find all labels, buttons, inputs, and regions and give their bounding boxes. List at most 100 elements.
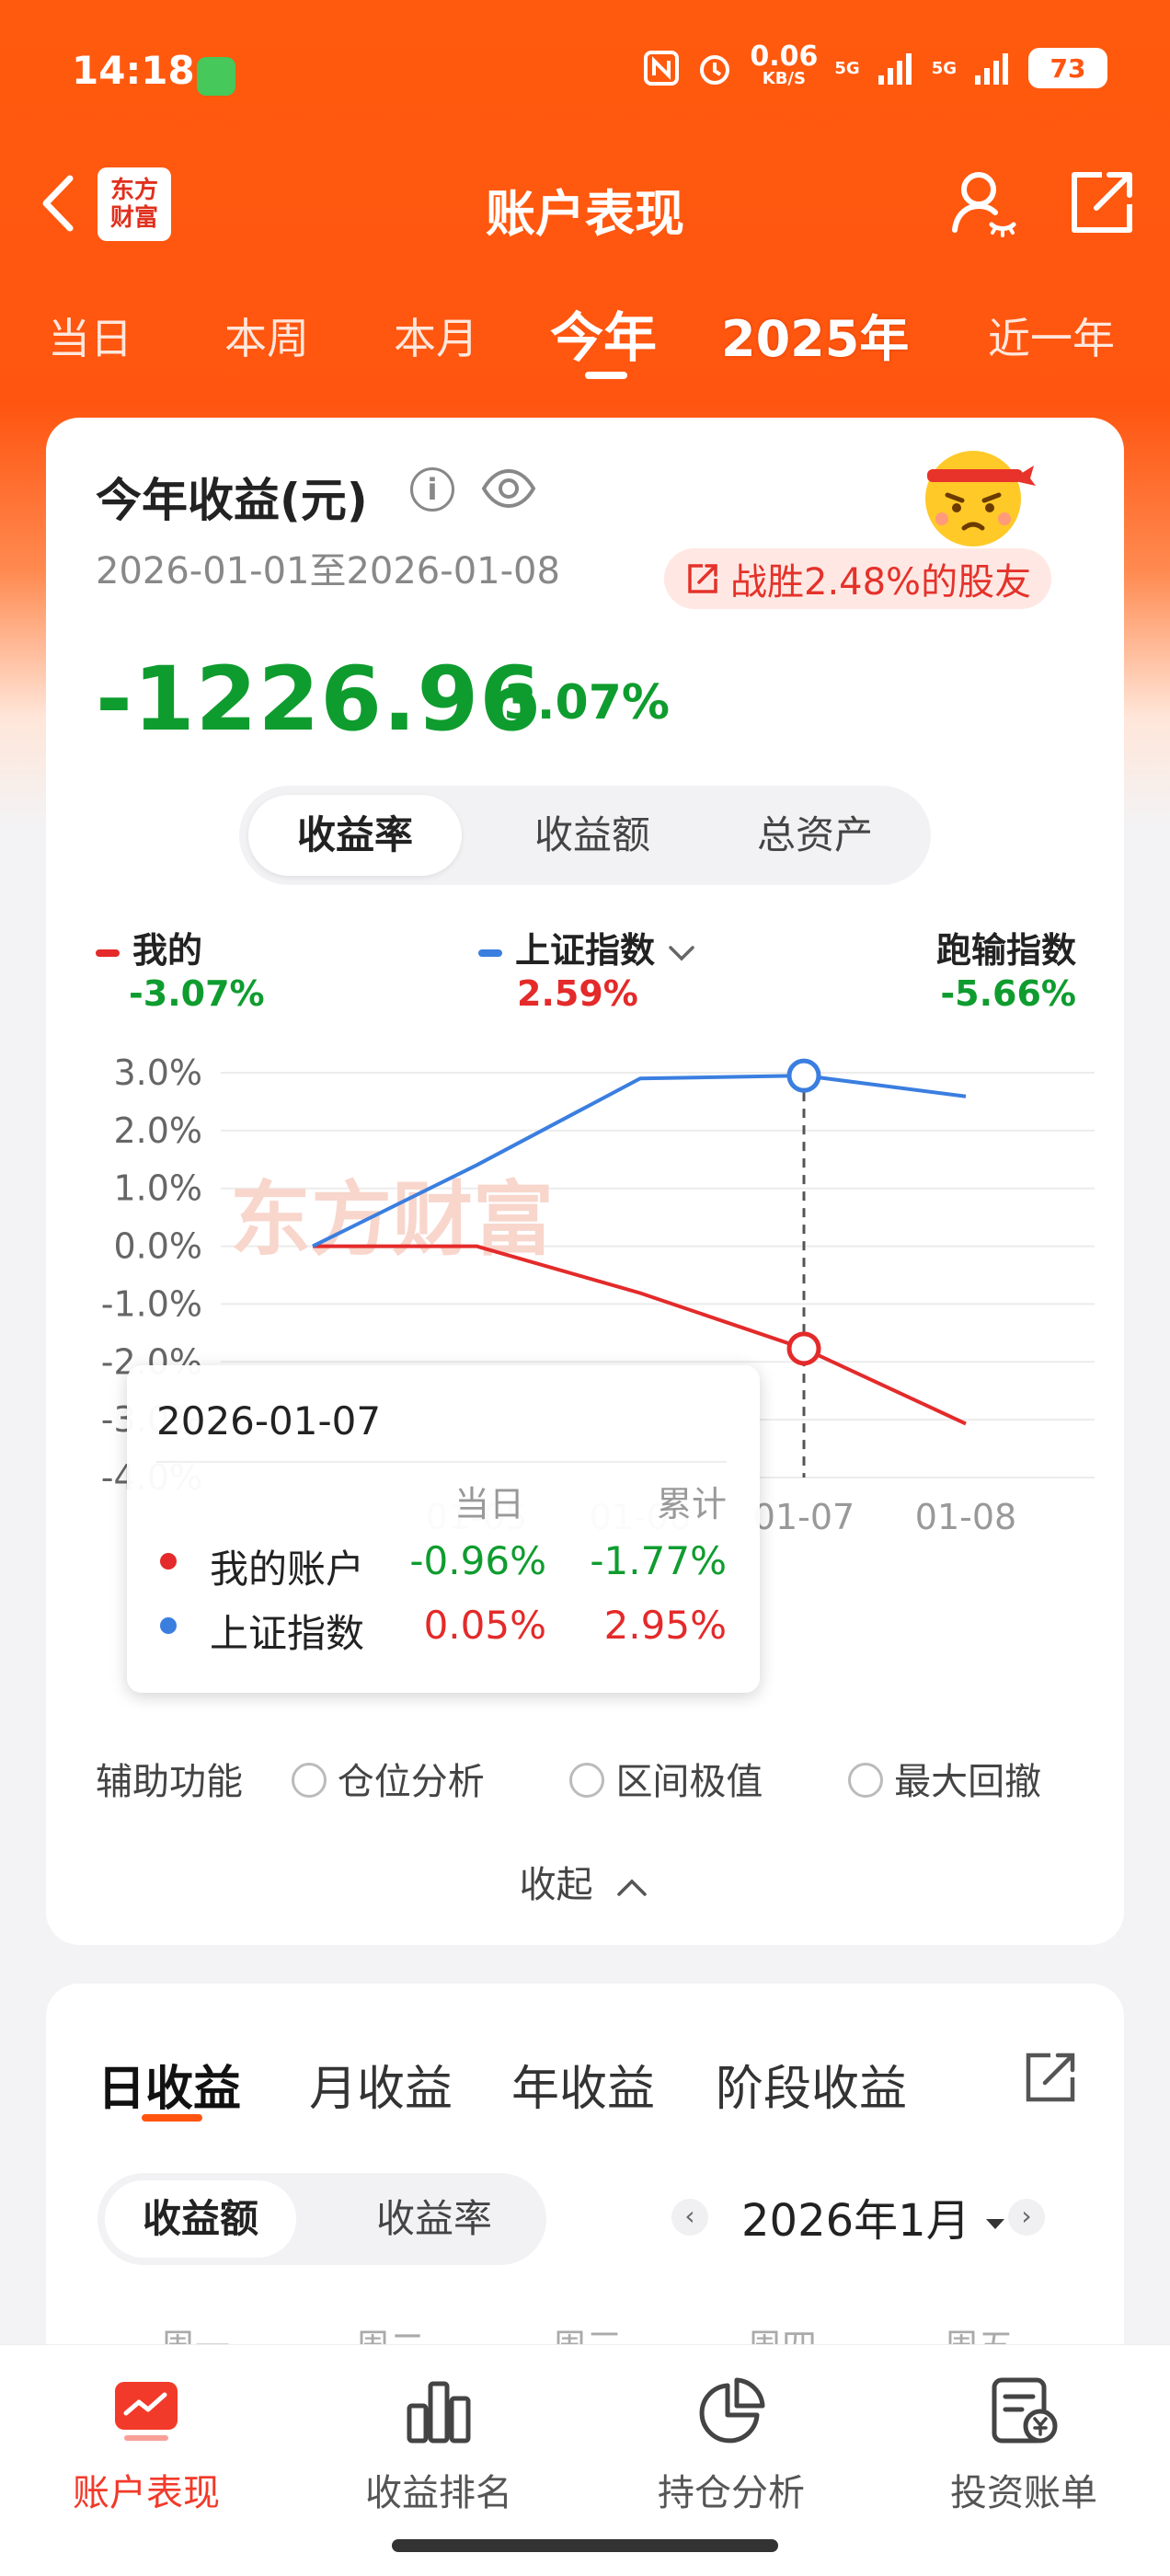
battery-level: 73 — [1028, 48, 1107, 88]
aux-functions: 辅助功能 仓位分析 区间极值 最大回撤 — [96, 1752, 1041, 1805]
legend-index-value: 2.59% — [517, 973, 638, 1014]
nav-bill[interactable]: 投资账单 — [909, 2375, 1139, 2516]
marker-mine — [786, 1331, 821, 1366]
app-notification-icon — [197, 57, 235, 96]
period-tabs: 当日 本周 本月 今年 2025年 近一年 — [0, 293, 1170, 385]
nav-label: 账户表现 — [73, 2472, 220, 2514]
legend-underperform-value: -5.66% — [940, 973, 1076, 1014]
tooltip-row-mine: 我的账户 -0.96% -1.77% — [127, 1533, 760, 1592]
signal-icon — [878, 53, 912, 85]
nav-label: 持仓分析 — [658, 2472, 805, 2514]
share-icon[interactable] — [1023, 2050, 1078, 2105]
alarm-icon — [700, 55, 730, 85]
tab-this-year[interactable]: 今年 — [550, 294, 657, 372]
tab-2025[interactable]: 2025年 — [721, 298, 909, 371]
segment-total-assets[interactable]: 总资产 — [708, 795, 922, 876]
pie-chart-icon — [694, 2375, 768, 2448]
tab-today[interactable]: 当日 — [48, 305, 132, 366]
marker-index — [786, 1058, 821, 1093]
legend-mine: 我的 — [96, 922, 202, 972]
legend-index[interactable]: 上证指数 — [478, 922, 696, 972]
legend-mine-value: -3.07% — [129, 973, 265, 1014]
info-icon[interactable]: i — [410, 467, 454, 512]
tab-last-year[interactable]: 近一年 — [988, 305, 1115, 366]
share-icon[interactable] — [1065, 166, 1139, 239]
radio-drawdown[interactable] — [848, 1763, 884, 1798]
legend-index-swatch — [478, 949, 502, 957]
tooltip-date: 2026-01-07 — [156, 1398, 382, 1443]
nav-label: 投资账单 — [950, 2472, 1097, 2514]
aux-label: 辅助功能 — [96, 1761, 243, 1803]
metric-segment: 收益率 收益额 总资产 — [239, 786, 931, 885]
beat-text: 战胜2.48%的股友 — [730, 561, 1032, 604]
collapse-button[interactable]: 收起 — [46, 1855, 1124, 1908]
returns-segment: 收益额 收益率 — [98, 2173, 546, 2265]
aux-option-position[interactable]: 仓位分析 — [291, 1761, 485, 1803]
radio-position[interactable] — [291, 1763, 327, 1798]
tooltip-col-day: 当日 — [453, 1484, 524, 1524]
y-tick-label: 1.0% — [113, 1168, 202, 1209]
tab-active-indicator — [585, 372, 627, 379]
nav-label: 收益排名 — [365, 2472, 512, 2514]
legend-underperform-name: 跑输指数 — [935, 930, 1076, 971]
tooltip-col-cum: 累计 — [656, 1484, 727, 1524]
signal-icon-2 — [975, 53, 1008, 85]
speed-value: 0.06 — [750, 40, 819, 73]
tab-yearly-returns[interactable]: 年收益 — [511, 2050, 655, 2119]
month-selector[interactable]: 2026年1月 — [741, 2184, 1006, 2248]
prev-month-button[interactable]: ‹ — [671, 2199, 708, 2236]
status-bar: 14:18 0.06 KB/S 5G 5G 73 — [0, 0, 1170, 147]
status-time: 14:18 — [72, 48, 195, 93]
x-tick-label: 01-08 — [915, 1497, 1016, 1537]
y-tick-label: 0.0% — [113, 1226, 202, 1267]
bill-icon — [987, 2375, 1061, 2448]
aux-option-position-label: 仓位分析 — [337, 1761, 485, 1803]
nav-header: 东方 财富 账户表现 — [0, 156, 1170, 258]
tooltip-index-day: 0.05% — [423, 1603, 546, 1648]
next-month-button[interactable]: › — [1008, 2199, 1045, 2236]
tooltip-index-dot — [160, 1617, 177, 1634]
summary-title: 今年收益(元) — [96, 474, 368, 527]
caret-down-icon — [985, 2219, 1004, 2229]
eye-icon[interactable] — [480, 467, 537, 510]
share-small-icon — [688, 564, 717, 593]
nav-account-performance[interactable]: 账户表现 — [31, 2375, 261, 2516]
tab-week[interactable]: 本周 — [224, 305, 309, 366]
tooltip-mine-dot — [160, 1553, 177, 1570]
user-icon[interactable] — [947, 166, 1021, 239]
total-profit-pct: -3.07% — [484, 675, 670, 730]
chevron-up-icon — [617, 1879, 648, 1896]
network-speed: 0.06 KB/S — [750, 40, 819, 90]
tab-period-returns[interactable]: 阶段收益 — [716, 2050, 907, 2119]
segment-return-rate[interactable]: 收益率 — [248, 795, 462, 876]
aux-option-range-label: 区间极值 — [615, 1761, 763, 1803]
segment-amount[interactable]: 收益额 — [105, 2180, 296, 2258]
mascot-icon — [920, 438, 1036, 550]
beat-investors-badge[interactable]: 战胜2.48%的股友 — [664, 548, 1052, 609]
segment-return-amount[interactable]: 收益额 — [486, 795, 699, 876]
aux-option-range[interactable]: 区间极值 — [569, 1761, 763, 1803]
tab-monthly-returns[interactable]: 月收益 — [309, 2050, 453, 2119]
segment-rate[interactable]: 收益率 — [338, 2180, 530, 2258]
nav-ranking[interactable]: 收益排名 — [324, 2375, 554, 2516]
nav-holdings[interactable]: 持仓分析 — [616, 2375, 846, 2516]
summary-card: 今年收益(元) i 2026-01-01至2026-01-08 战胜2.48%的… — [46, 418, 1124, 1945]
aux-option-drawdown[interactable]: 最大回撤 — [848, 1761, 1041, 1803]
collapse-label: 收起 — [519, 1864, 593, 1906]
tooltip-row-index: 上证指数 0.05% 2.95% — [127, 1597, 760, 1656]
tab-daily-returns[interactable]: 日收益 — [98, 2050, 241, 2119]
tooltip-mine-cum: -1.77% — [590, 1538, 727, 1583]
tooltip-index-name: 上证指数 — [210, 1611, 365, 1656]
tooltip-divider — [156, 1461, 727, 1463]
tab-month[interactable]: 本月 — [394, 305, 478, 366]
tooltip-mine-day: -0.96% — [409, 1538, 546, 1583]
nfc-icon — [644, 51, 680, 86]
tooltip-mine-name: 我的账户 — [210, 1547, 365, 1592]
y-tick-label: -1.0% — [101, 1283, 202, 1324]
returns-tab-indicator — [142, 2114, 202, 2122]
x-tick-label: 01-07 — [753, 1497, 855, 1537]
legend-mine-name: 我的 — [132, 930, 203, 971]
radio-range[interactable] — [569, 1763, 605, 1798]
aux-option-drawdown-label: 最大回撤 — [894, 1761, 1042, 1803]
status-right: 0.06 KB/S 5G 5G 73 — [643, 40, 1107, 90]
